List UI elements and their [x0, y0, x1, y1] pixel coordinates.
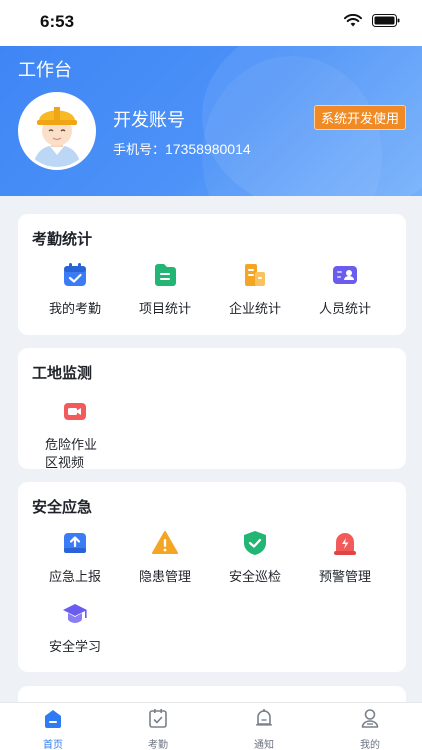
avatar[interactable] — [18, 92, 96, 170]
upload-icon — [64, 533, 86, 553]
attendance-icon — [149, 709, 167, 728]
item-label: 项目统计 — [138, 302, 191, 317]
site-monitoring-card: 工地监测 危险作业区视频 — [18, 348, 406, 471]
item-label: 企业统计 — [228, 302, 281, 317]
status-bar: 6:53 — [0, 0, 422, 46]
item-label: 预警管理 — [318, 570, 371, 585]
tab-attendance[interactable]: 考勤 — [128, 707, 188, 750]
alert-management-button[interactable]: 预警管理 — [300, 530, 390, 587]
item-label: 隐患管理 — [138, 570, 191, 585]
video-camera-icon — [64, 403, 86, 420]
account-phone: 手机号：17358980014 — [113, 139, 251, 158]
role-badge: 系统开发使用 — [313, 105, 406, 130]
tab-label: 我的 — [360, 740, 380, 750]
hazard-management-button[interactable]: 隐患管理 — [120, 530, 210, 587]
safety-learning-button[interactable]: 安全学习 — [30, 600, 120, 657]
warning-icon — [152, 531, 178, 554]
my-attendance-button[interactable]: 我的考勤 — [30, 262, 120, 319]
account-name: 开发账号 — [113, 110, 185, 131]
section-title: 考勤统计 — [32, 230, 93, 248]
page-title: 工作台 — [18, 60, 72, 81]
alarm-icon — [334, 533, 356, 555]
status-icons — [344, 14, 400, 27]
item-label: 应急上报 — [48, 570, 101, 585]
danger-zone-video-button[interactable]: 危险作业区视频 — [30, 398, 120, 473]
home-icon — [45, 710, 61, 728]
phone-value: 17358980014 — [165, 141, 251, 157]
bell-icon — [256, 709, 272, 726]
project-stats-button[interactable]: 项目统计 — [120, 262, 210, 319]
tab-label: 考勤 — [148, 740, 168, 750]
id-card-icon — [333, 266, 357, 284]
item-label: 人员统计 — [318, 302, 371, 317]
user-icon — [361, 709, 379, 728]
safety-emergency-card: 安全应急 应急上报 隐患管理 安全巡检 预警管理 安全学习 — [18, 482, 406, 672]
calendar-check-icon — [64, 263, 86, 286]
profile-header: 工作台 开发账号 手机号：17358980014 系统开发使用 — [0, 46, 422, 196]
folder-icon — [155, 264, 176, 286]
enterprise-stats-button[interactable]: 企业统计 — [210, 262, 300, 319]
phone-label: 手机号： — [113, 143, 166, 158]
tab-notifications[interactable]: 通知 — [234, 707, 294, 750]
section-title: 安全应急 — [32, 498, 93, 516]
item-label: 安全学习 — [48, 640, 101, 655]
attendance-stats-card: 考勤统计 我的考勤 项目统计 企业统计 人员统计 — [18, 214, 406, 335]
status-time: 6:53 — [40, 12, 75, 31]
bottom-tab-bar: 首页 考勤 通知 我的 — [0, 702, 422, 750]
graduation-cap-icon — [63, 604, 87, 623]
tab-profile[interactable]: 我的 — [340, 707, 400, 750]
worker-avatar-icon — [21, 95, 93, 167]
battery-icon — [372, 14, 400, 27]
section-title: 工地监测 — [32, 364, 93, 382]
tab-label: 通知 — [254, 740, 274, 750]
item-label: 安全巡检 — [228, 570, 281, 585]
personnel-stats-button[interactable]: 人员统计 — [300, 262, 390, 319]
wifi-icon — [344, 14, 362, 27]
building-icon — [245, 264, 265, 286]
tab-home[interactable]: 首页 — [23, 707, 83, 750]
item-label: 我的考勤 — [48, 302, 101, 317]
shield-check-icon — [244, 531, 266, 555]
item-label: 危险作业区视频 — [45, 438, 98, 471]
safety-inspection-button[interactable]: 安全巡检 — [210, 530, 300, 587]
tab-label: 首页 — [43, 740, 63, 750]
emergency-report-button[interactable]: 应急上报 — [30, 530, 120, 587]
